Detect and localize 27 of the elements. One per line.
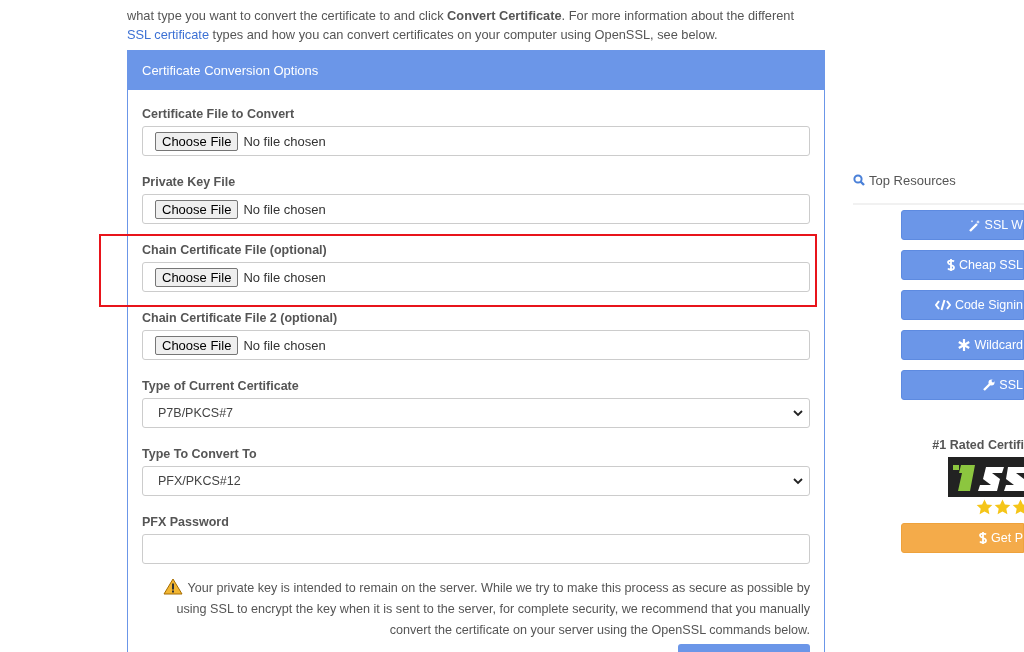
choose-file-button[interactable]: Choose File — [155, 131, 239, 151]
field-label: Certificate File to Convert — [142, 106, 296, 123]
file-status: No file chosen — [243, 337, 326, 353]
file-status: No file chosen — [243, 133, 326, 149]
file-input[interactable]: Choose File No file chosen — [142, 194, 810, 224]
file-status: No file chosen — [243, 201, 326, 217]
rated-text: #1 Rated Certifi — [931, 438, 1024, 452]
choose-file-button[interactable]: Choose File — [155, 335, 239, 355]
field-label: Chain Certificate File (optional) — [142, 242, 328, 259]
file-input[interactable]: Choose File No file chosen — [142, 262, 810, 292]
select-field[interactable]: P7B/PKCS#7 — [142, 398, 810, 428]
field-label: Type To Convert To — [142, 446, 258, 463]
field-label: Chain Certificate File 2 (optional) — [142, 310, 339, 327]
sidebar-title: Top Resources — [869, 172, 956, 188]
panel-title: Certificate Conversion Options — [142, 63, 319, 78]
choose-file-button[interactable]: Choose File — [155, 267, 239, 287]
warning-text: Your private key is intended to remain on the server. While we try to make this process as secure as possible by using SSL to encrypt the key when it is sent to the server, for complete security, we recommend that you manually convert the certificate on your server using the OpenSSL commands below. — [142, 578, 810, 641]
file-input[interactable]: Choose File No file chosen — [142, 330, 810, 360]
file-status: No file chosen — [243, 269, 326, 285]
field-label: Private Key File — [142, 174, 237, 191]
ssl-certificate-link[interactable]: SSL certificate — [127, 27, 210, 42]
intro-text: what type you want to convert the certificate to and click Convert Certificate. For more information about the different SSL certificate types and how you can convert certificates on your computer using OpenSSL, see below. — [127, 7, 795, 44]
file-input[interactable]: Choose File No file chosen — [142, 126, 810, 156]
choose-file-button[interactable]: Choose File — [155, 199, 239, 219]
select-field[interactable]: PFX/PKCS#12 — [142, 466, 810, 496]
field-label: PFX Password — [142, 514, 230, 531]
field-label: Type of Current Certificate — [142, 378, 300, 395]
